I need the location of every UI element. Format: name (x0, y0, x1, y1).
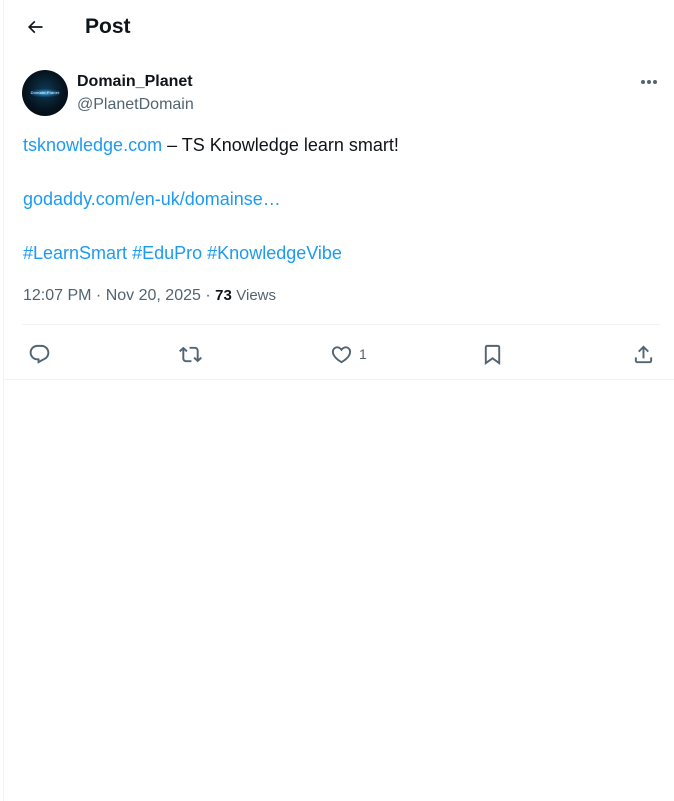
hashtag-link[interactable]: #EduPro (132, 243, 202, 263)
reply-icon (29, 344, 50, 364)
post-date[interactable]: Nov 20, 2025 (106, 287, 201, 304)
post-time[interactable]: 12:07 PM (23, 287, 91, 304)
like-count: 1 (359, 346, 367, 362)
more-dots-icon (641, 80, 657, 84)
bookmark-icon (484, 344, 501, 365)
views-label: Views (236, 287, 276, 304)
repost-icon (179, 346, 202, 362)
heart-icon (331, 345, 352, 363)
meta-separator: · (200, 287, 216, 304)
more-options-button[interactable] (636, 72, 662, 92)
page-title: Post (85, 15, 131, 38)
meta-separator: · (91, 287, 106, 304)
arrow-left-icon (27, 20, 43, 34)
avatar[interactable]: Domain Planet (22, 70, 68, 116)
action-bar: 1 (4, 336, 674, 372)
share-icon (634, 344, 653, 363)
hashtag-link[interactable]: #KnowledgeVibe (207, 243, 342, 263)
avatar-logo-text: Domain Planet (30, 90, 60, 95)
post-text: – TS Knowledge learn smart! (162, 135, 399, 155)
share-button[interactable] (632, 336, 655, 372)
author-display-name[interactable]: Domain_Planet (77, 72, 193, 92)
back-button[interactable] (18, 10, 52, 44)
post-text-line-1: tsknowledge.com – TS Knowledge learn sma… (23, 133, 399, 157)
post-meta: 12:07 PM · Nov 20, 2025 · 73 Views (23, 286, 276, 306)
divider (22, 324, 660, 325)
author-handle[interactable]: @PlanetDomain (77, 95, 194, 115)
like-button[interactable]: 1 (330, 336, 367, 372)
reply-button[interactable] (28, 336, 51, 372)
post-hashtags: #LearnSmart #EduPro #KnowledgeVibe (23, 241, 342, 265)
post-text-line-2: godaddy.com/en-uk/domainse… (23, 187, 281, 211)
repost-button[interactable] (179, 336, 202, 372)
views-count: 73 (215, 287, 232, 304)
primary-column: Post Domain Planet Domain_Planet @Planet… (3, 0, 674, 801)
post-link-tsknowledge[interactable]: tsknowledge.com (23, 135, 162, 155)
bookmark-button[interactable] (481, 336, 504, 372)
post-bottom-border (4, 379, 674, 380)
post-link-godaddy[interactable]: godaddy.com/en-uk/domainse… (23, 189, 281, 209)
top-bar: Post (4, 0, 674, 56)
hashtag-link[interactable]: #LearnSmart (23, 243, 127, 263)
